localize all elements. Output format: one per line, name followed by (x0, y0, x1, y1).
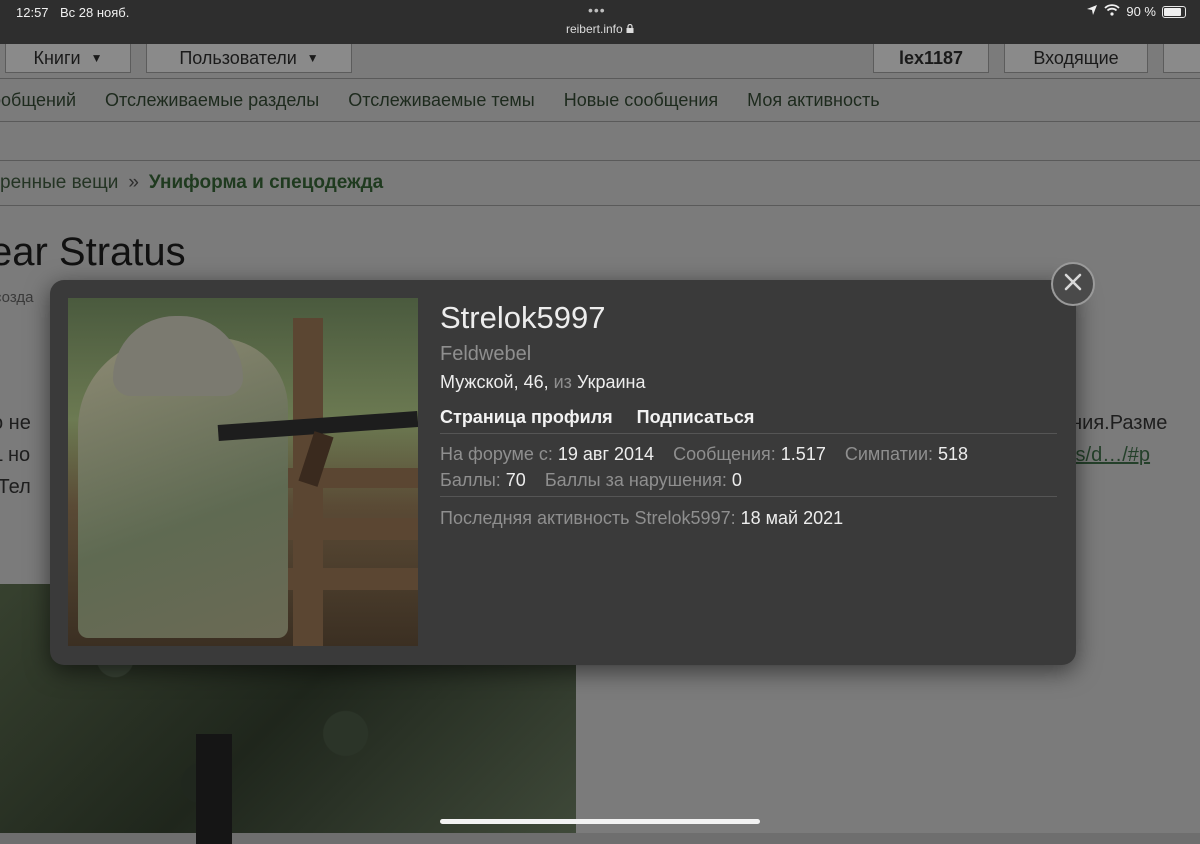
profile-from-label: из (553, 372, 572, 392)
divider (440, 496, 1057, 497)
profile-popup: Strelok5997 Feldwebel Мужской, 46, из Ук… (50, 280, 1076, 665)
profile-country[interactable]: Украина (577, 372, 646, 392)
status-bar: 12:57 Вс 28 нояб. ••• reibert.info 90 % (0, 0, 1200, 44)
messages-label: Сообщения: (673, 444, 776, 464)
wifi-icon (1104, 4, 1120, 19)
likes-value: 518 (938, 444, 969, 464)
profile-actions: Страница профиля Подписаться (440, 407, 754, 428)
profile-stats-row: На форуме с: 19 авг 2014 Сообщения: 1.51… (440, 444, 968, 465)
forum-since-label: На форуме с: (440, 444, 553, 464)
nav-tab-users[interactable]: Пользователи ▼ (146, 44, 352, 73)
breadcrumb: ренные вещи » Униформа и спецодежда (0, 160, 1200, 206)
last-activity-value: 18 май 2021 (740, 508, 844, 528)
profile-rank: Feldwebel (440, 343, 532, 365)
nav-tab-inbox[interactable]: Входящие (1004, 44, 1148, 73)
close-icon (1063, 272, 1083, 297)
chevron-down-icon: ▼ (90, 51, 103, 65)
divider (440, 433, 1057, 434)
thread-meta: созда (0, 289, 34, 306)
profile-page-link[interactable]: Страница профиля (440, 407, 613, 427)
lock-icon (626, 22, 634, 36)
nav-tab-account[interactable]: lex1187 (873, 44, 989, 73)
address-bar[interactable]: reibert.info (0, 22, 1200, 36)
subnav-item[interactable]: ообщений (0, 90, 76, 111)
points-value[interactable]: 70 (506, 470, 526, 490)
last-activity-row: Последняя активность Strelok5997: 18 май… (440, 508, 843, 529)
breadcrumb-current[interactable]: Униформа и спецодежда (149, 172, 383, 194)
battery-icon (1162, 5, 1186, 18)
avatar[interactable] (68, 298, 418, 646)
top-nav: Книги ▼ Пользователи ▼ lex1187 Входящие (0, 44, 1200, 73)
chevron-down-icon: ▼ (306, 51, 319, 65)
sub-nav: ообщений Отслеживаемые разделы Отслежива… (0, 78, 1200, 122)
more-dots-icon[interactable]: ••• (588, 2, 606, 18)
url-text: reibert.info (565, 22, 623, 36)
profile-stats-row: Баллы: 70 Баллы за нарушения: 0 (440, 470, 742, 491)
location-icon (1086, 4, 1098, 19)
status-time: 12:57 (16, 5, 49, 20)
forum-since-value: 19 авг 2014 (557, 444, 655, 464)
battery-percent: 90 % (1126, 4, 1156, 19)
nav-tab-books[interactable]: Книги ▼ (5, 44, 131, 73)
subscribe-link[interactable]: Подписаться (637, 407, 755, 427)
subnav-item[interactable]: Моя активность (747, 90, 879, 111)
breadcrumb-separator: » (128, 172, 139, 193)
profile-username: Strelok5997 (440, 300, 606, 335)
profile-info: Мужской, 46, из Украина (440, 372, 645, 393)
subnav-item[interactable]: Отслеживаемые темы (348, 90, 535, 111)
nav-tab-more[interactable] (1163, 44, 1200, 73)
post-text-line: L но (0, 444, 31, 466)
post-text-line: .Тел (0, 476, 31, 498)
home-indicator[interactable] (440, 819, 760, 824)
close-button[interactable] (1051, 262, 1095, 306)
violations-label: Баллы за нарушения: (544, 470, 727, 490)
violations-value: 0 (731, 470, 742, 490)
messages-value[interactable]: 1.517 (781, 444, 826, 464)
likes-label: Симпатии: (844, 444, 934, 464)
thread-title: ear Stratus (0, 230, 186, 274)
post-text-line: ания.Разме (1060, 412, 1168, 434)
points-label: Баллы: (440, 470, 501, 490)
status-right: 90 % (1086, 4, 1186, 19)
status-date: Вс 28 нояб. (60, 5, 130, 20)
subnav-item[interactable]: Новые сообщения (564, 90, 718, 111)
post-text-line: о не (0, 412, 31, 434)
breadcrumb-item[interactable]: ренные вещи (0, 172, 118, 194)
subnav-item[interactable]: Отслеживаемые разделы (105, 90, 319, 111)
profile-gender-age: Мужской, 46, (440, 372, 549, 392)
last-activity-label: Последняя активность Strelok5997: (440, 508, 736, 528)
